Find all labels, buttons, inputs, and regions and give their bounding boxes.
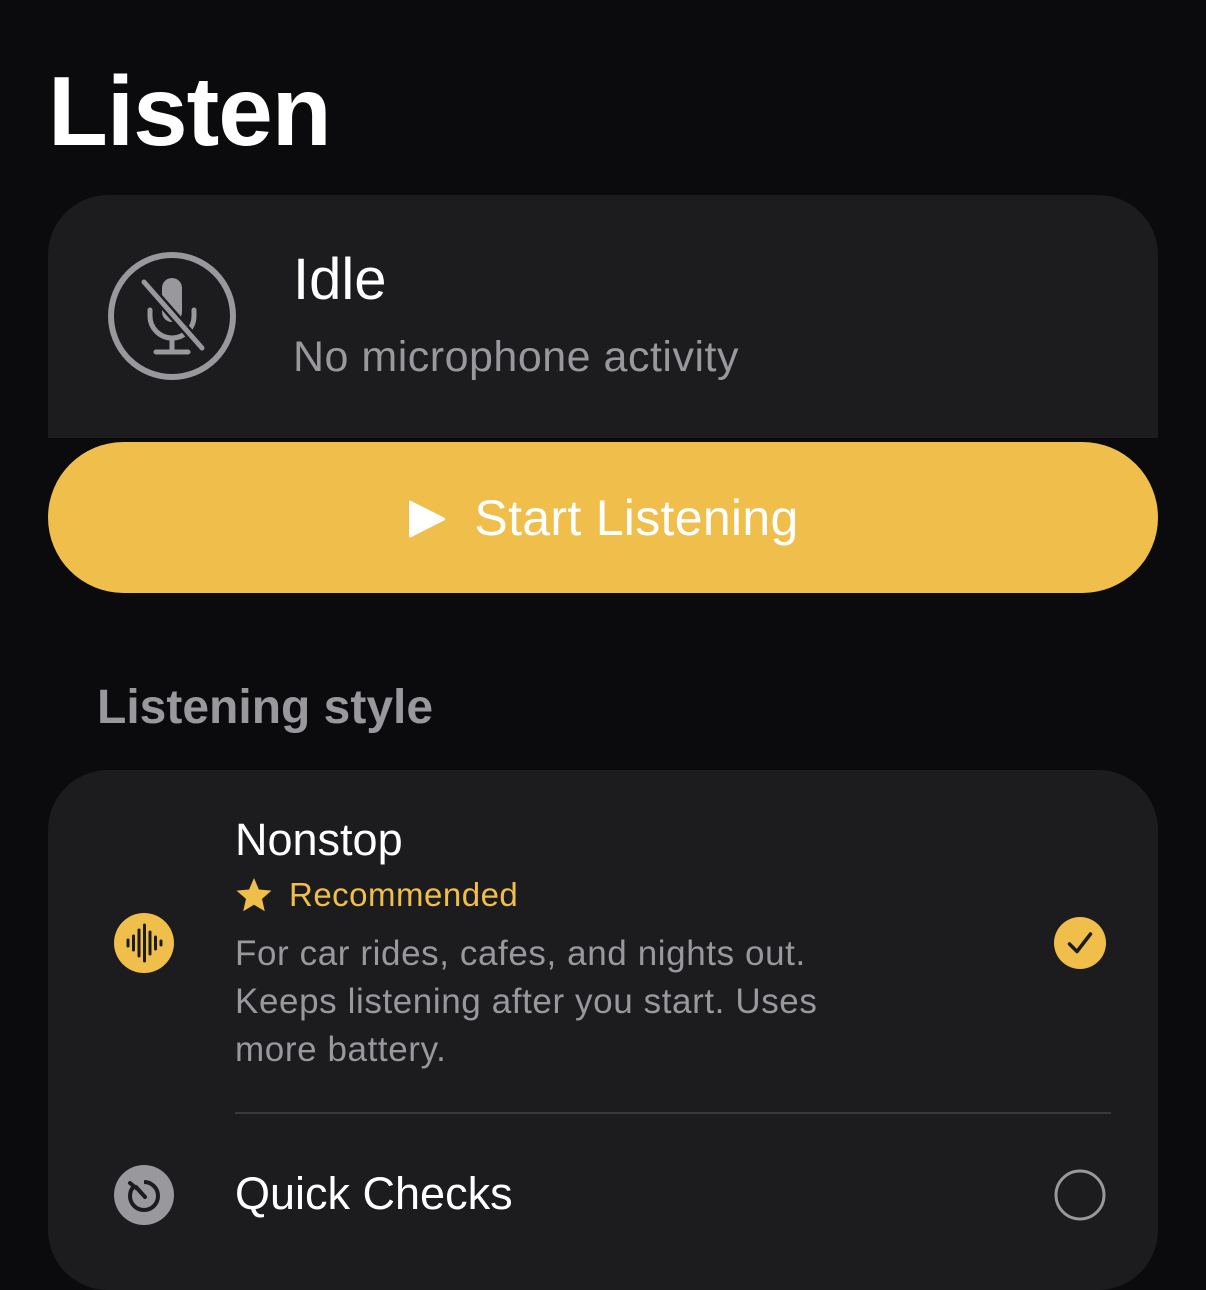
waveform-icon [114,913,174,973]
timer-icon [114,1165,174,1225]
star-icon [236,878,272,912]
section-title-listening-style: Listening style [97,681,434,734]
mic-off-icon [108,252,236,380]
start-listening-button[interactable]: Start Listening [48,442,1158,593]
option-description: For car rides, cafes, and nights out. Ke… [235,934,818,1069]
status-title: Idle [293,247,387,312]
recommended-label: Recommended [289,876,519,913]
option-title: Nonstop [235,814,403,865]
selected-check-icon[interactable] [1054,917,1106,969]
listening-style-card: Nonstop Recommended For car rides, cafes… [48,770,1158,1290]
start-listening-label: Start Listening [474,489,799,546]
status-subtitle: No microphone activity [293,333,739,381]
recommended-badge: Recommended [235,876,518,914]
unselected-radio-icon[interactable] [1054,1169,1106,1221]
divider [235,1112,1111,1114]
play-icon [409,500,446,537]
option-title: Quick Checks [235,1168,513,1219]
page-title: Listen [48,56,332,166]
status-card: Idle No microphone activity [48,195,1158,438]
